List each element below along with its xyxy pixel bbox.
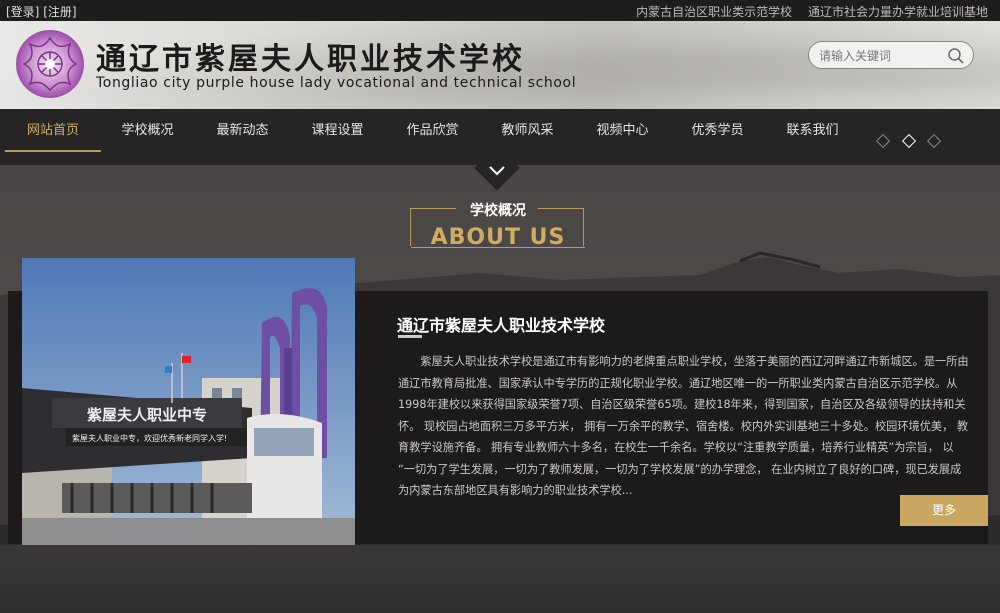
search-icon[interactable] [947, 47, 965, 65]
school-description: 紫屋夫人职业技术学校是通辽市有影响力的老牌重点职业学校，坐落于美丽的西辽河畔通辽… [398, 355, 969, 497]
login-link[interactable]: [登录] [6, 5, 39, 19]
nav-item-teachers[interactable]: 教师风采 [480, 109, 575, 153]
register-link[interactable]: [注册] [43, 5, 76, 19]
nav-item-contact[interactable]: 联系我们 [765, 109, 860, 153]
auth-links: [登录] [注册] [6, 3, 77, 20]
nav-active-underline [5, 150, 101, 152]
gate-banner-text: 紫屋夫人职业中专，欢迎优秀新老同学入学! [72, 433, 227, 443]
nav-item-works[interactable]: 作品欣赏 [385, 109, 480, 153]
nav-item-about[interactable]: 学校概况 [100, 109, 195, 153]
section-heading: 学校概况 ABOUT US [410, 203, 585, 250]
chevron-down-icon [489, 166, 505, 176]
slide-dot-active[interactable] [901, 133, 917, 149]
top-links: 内蒙古自治区职业类示范学校 通辽市社会力量办学就业培训基地 [624, 3, 988, 20]
ground-strip [0, 545, 1000, 613]
slide-dot[interactable] [926, 133, 942, 149]
nav-item-videos[interactable]: 视频中心 [575, 109, 670, 153]
site-header: 通辽市紫屋夫人职业技术学校 Tongliao city purple house… [0, 21, 1000, 109]
top-link-training-base[interactable]: 通辽市社会力量办学就业培训基地 [808, 5, 988, 19]
heading-line [411, 247, 585, 248]
search-input[interactable] [819, 46, 939, 66]
top-link-demo-school[interactable]: 内蒙古自治区职业类示范学校 [636, 5, 792, 19]
site-subtitle: Tongliao city purple house lady vocation… [96, 75, 577, 91]
main-nav: 网站首页 学校概况 最新动态 课程设置 作品欣赏 教师风采 视频中心 优秀学员 … [0, 109, 1000, 165]
site-title: 通辽市紫屋夫人职业技术学校 [96, 42, 525, 77]
title-underline [398, 335, 422, 338]
main-section: 学校概况 ABOUT US 紫屋夫人职业中专 紫屋夫人职业中专，欢迎优秀新老同学… [0, 165, 1000, 613]
slide-dot[interactable] [875, 133, 891, 149]
section-title-cn: 学校概况 [470, 203, 526, 219]
nav-item-home[interactable]: 网站首页 [5, 109, 101, 153]
gate-sign-text: 紫屋夫人职业中专 [87, 406, 207, 424]
nav-item-students[interactable]: 优秀学员 [670, 109, 765, 153]
nav-item-courses[interactable]: 课程设置 [290, 109, 385, 153]
top-bar: [登录] [注册] 内蒙古自治区职业类示范学校 通辽市社会力量办学就业培训基地 [0, 0, 1000, 21]
school-name: 通辽市紫屋夫人职业技术学校 [397, 316, 606, 335]
search-box [808, 41, 974, 69]
school-photo[interactable]: 紫屋夫人职业中专 紫屋夫人职业中专，欢迎优秀新老同学入学! [22, 258, 355, 561]
nav-item-news[interactable]: 最新动态 [195, 109, 290, 153]
school-logo-icon[interactable] [16, 30, 84, 98]
more-button[interactable]: 更多 [900, 495, 988, 526]
